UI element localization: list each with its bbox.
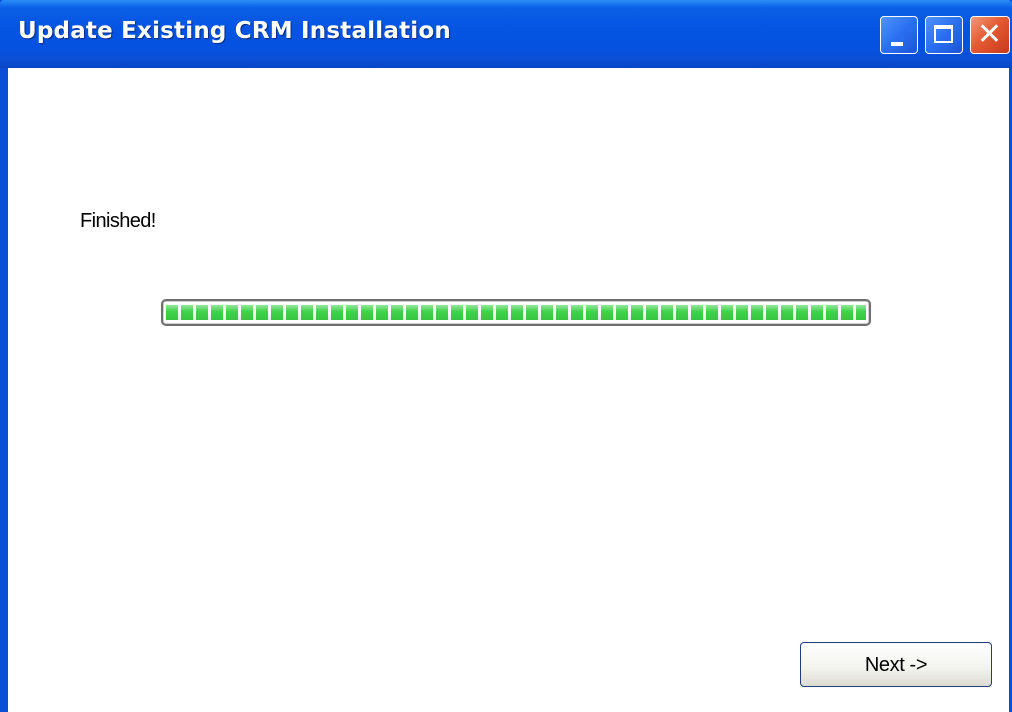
close-button[interactable]: ✕ bbox=[970, 16, 1010, 54]
maximize-icon bbox=[934, 25, 953, 43]
status-label: Finished! bbox=[80, 210, 156, 232]
content-area: Finished! Next -> bbox=[8, 68, 1009, 712]
progress-bar-fill bbox=[166, 305, 866, 320]
next-button[interactable]: Next -> bbox=[800, 642, 992, 687]
progress-bar bbox=[161, 299, 871, 326]
window-title: Update Existing CRM Installation bbox=[18, 18, 451, 44]
minimize-icon bbox=[891, 42, 903, 46]
minimize-button[interactable] bbox=[880, 16, 918, 54]
title-bar[interactable]: Update Existing CRM Installation ✕ bbox=[0, 0, 1012, 68]
close-icon: ✕ bbox=[976, 17, 1003, 52]
maximize-button[interactable] bbox=[925, 16, 963, 54]
installer-window: Update Existing CRM Installation ✕ Finis… bbox=[0, 0, 1012, 712]
